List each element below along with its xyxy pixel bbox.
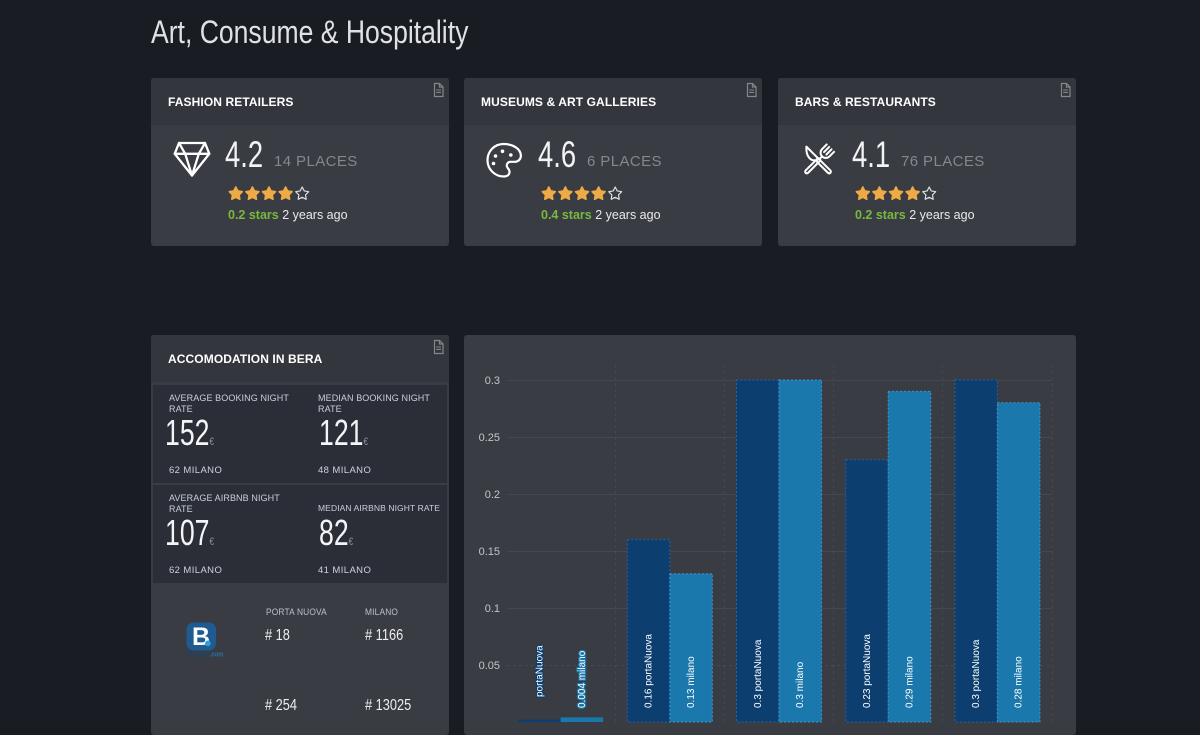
svg-text:0.16 portaNuova: 0.16 portaNuova bbox=[644, 634, 655, 708]
svg-text:0.2: 0.2 bbox=[485, 489, 500, 501]
svg-text:0.25: 0.25 bbox=[479, 432, 500, 444]
svg-text:0.3 portaNuova: 0.3 portaNuova bbox=[971, 639, 982, 708]
svg-text:0.3 milano: 0.3 milano bbox=[795, 661, 806, 708]
svg-text:0.3: 0.3 bbox=[485, 375, 500, 387]
svg-text:B: B bbox=[192, 623, 210, 651]
svg-text:0.29 milano: 0.29 milano bbox=[904, 656, 915, 708]
svg-text:0.13 milano: 0.13 milano bbox=[686, 656, 697, 708]
svg-text:Booking.com: Booking.com bbox=[187, 652, 224, 659]
svg-text:0.23 portaNuova: 0.23 portaNuova bbox=[862, 634, 873, 708]
svg-text:0.15: 0.15 bbox=[479, 546, 500, 558]
svg-text:0.1: 0.1 bbox=[485, 603, 500, 615]
svg-text:portaNuova: portaNuova bbox=[534, 645, 545, 697]
svg-text:0.004 milano: 0.004 milano bbox=[577, 650, 588, 708]
svg-text:0.05: 0.05 bbox=[479, 660, 500, 672]
svg-text:0.28 milano: 0.28 milano bbox=[1014, 656, 1025, 708]
svg-text:0.3 portaNuova: 0.3 portaNuova bbox=[753, 639, 764, 708]
